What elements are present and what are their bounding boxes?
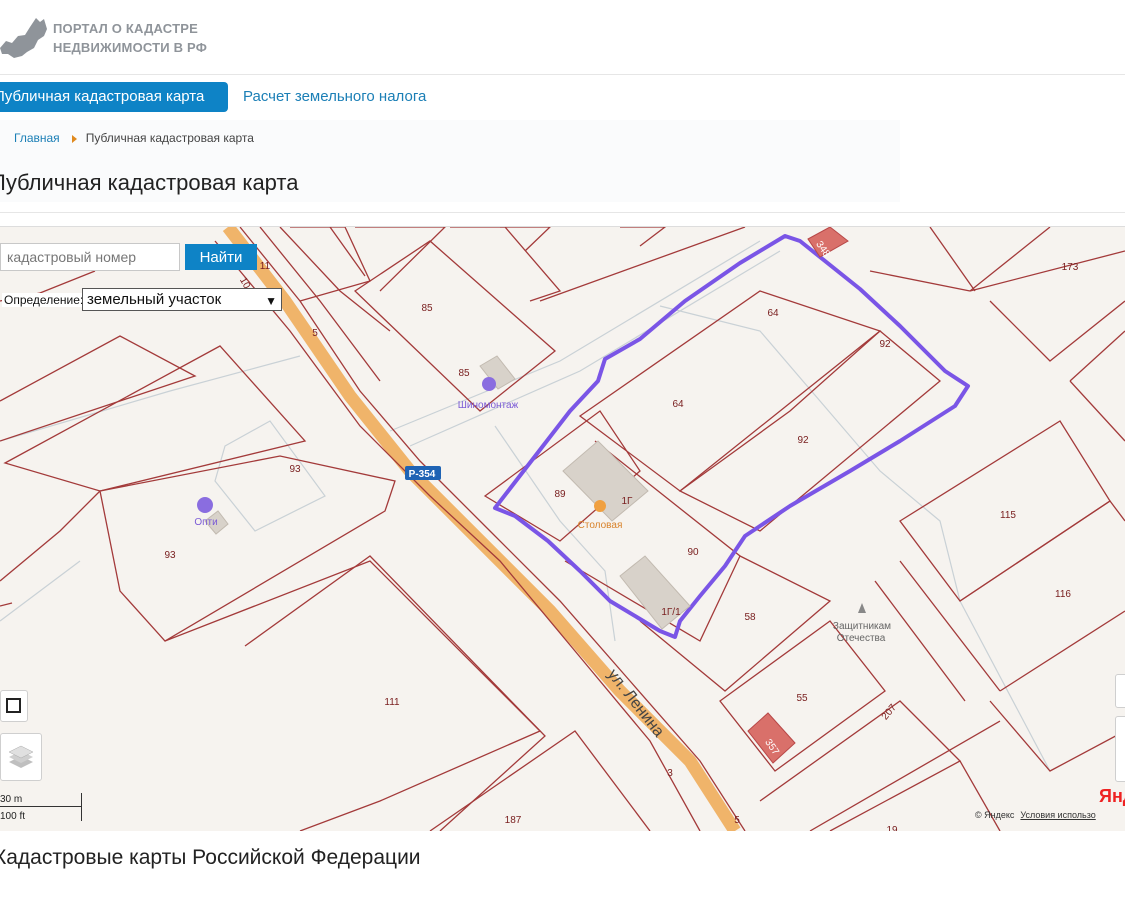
scale-bar — [0, 806, 82, 807]
cadastral-number-input[interactable] — [0, 243, 180, 271]
parcel-label: 90 — [687, 547, 699, 558]
parcel-label: 19 — [886, 825, 898, 831]
breadcrumb-current: Публичная кадастровая карта — [85, 131, 254, 145]
logo-text[interactable]: ПОРТАЛ О КАДАСТРЕ НЕДВИЖИМОСТИ В РФ — [53, 19, 313, 57]
parcel-label: 111 — [384, 697, 400, 708]
scale-metric: 30 m — [0, 794, 23, 805]
parcel-label: 11 — [260, 261, 271, 272]
parcel-label: 85 — [421, 303, 433, 314]
parcel-label: 187 — [505, 815, 522, 826]
poi-cafe[interactable]: Столовая — [578, 520, 623, 531]
poi-monument-line1[interactable]: Защитникам — [833, 621, 891, 632]
parcel-label: 1Г/1 — [661, 607, 681, 618]
scale-imperial: 100 ft — [0, 811, 26, 822]
parcel-label: 92 — [797, 435, 809, 446]
map-copyright: © Яндекс Условия использо — [975, 810, 1096, 820]
tab-land-tax-calc[interactable]: Расчет земельного налога — [243, 82, 426, 112]
breadcrumb: Главная Публичная кадастровая карта — [14, 131, 254, 145]
logo-line-2: НЕДВИЖИМОСТИ В РФ — [53, 40, 208, 55]
poi-tire-service[interactable]: Шиномонтаж — [458, 400, 519, 411]
parcel-label: 173 — [1062, 262, 1079, 273]
cafe-icon[interactable] — [594, 500, 606, 512]
section-title: Кадастровые карты Российской Федерации — [0, 846, 421, 869]
parcel-label: 1Г — [622, 496, 634, 507]
tire-service-icon[interactable] — [482, 377, 496, 391]
fullscreen-button[interactable] — [0, 690, 28, 722]
cadastral-map[interactable]: 64 64 92 92 85 85 93 93 89 1Г 90 1Г/1 58… — [0, 226, 1125, 831]
definition-select[interactable]: земельный участок ▼ — [82, 288, 282, 311]
definition-select-value: земельный участок — [87, 291, 222, 308]
layers-icon — [8, 745, 34, 768]
poi-fuel-station[interactable]: Опти — [194, 517, 217, 528]
parcel-label: 93 — [164, 550, 176, 561]
road-badge-label: Р-354 — [409, 469, 436, 480]
parcel-label: 207 — [880, 702, 899, 722]
find-button[interactable]: Найти — [185, 244, 257, 270]
layers-button[interactable] — [0, 733, 42, 781]
title-divider — [0, 212, 1125, 213]
parcel-label: 92 — [879, 339, 891, 350]
page-title: Публичная кадастровая карта — [0, 170, 299, 195]
parcel-label: 64 — [672, 399, 684, 410]
site-header: ПОРТАЛ О КАДАСТРЕ НЕДВИЖИМОСТИ В РФ — [0, 0, 1125, 74]
parcel-label: 93 — [289, 464, 301, 475]
poi-monument-line2[interactable]: Отечества — [837, 633, 886, 644]
parcel-label: 89 — [554, 489, 566, 500]
parcel-label: 116 — [1055, 589, 1071, 600]
breadcrumb-home-link[interactable]: Главная — [14, 131, 60, 145]
fullscreen-icon — [6, 698, 21, 713]
parcel-label: 85 — [458, 368, 470, 379]
parcel-label: 64 — [767, 308, 779, 319]
parcel-label: 115 — [1000, 510, 1016, 521]
copyright-text: © Яндекс — [975, 810, 1015, 820]
fuel-station-icon[interactable] — [197, 497, 213, 513]
ruler-control[interactable] — [1115, 716, 1125, 782]
definition-label: Определение: — [2, 293, 86, 307]
russia-map-icon[interactable] — [0, 14, 50, 60]
map-canvas[interactable]: 64 64 92 92 85 85 93 93 89 1Г 90 1Г/1 58… — [0, 227, 1125, 831]
monument-icon[interactable] — [858, 603, 866, 613]
scale-bar-tick — [81, 793, 82, 821]
terms-link[interactable]: Условия использо — [1020, 810, 1095, 820]
parcel-label: 3 — [667, 768, 673, 779]
parcel-label: 5 — [312, 328, 318, 339]
logo-line-1: ПОРТАЛ О КАДАСТРЕ — [53, 21, 198, 36]
street-label: ул. Ленина — [604, 666, 667, 740]
parcel-label: 55 — [796, 693, 808, 704]
chevron-down-icon: ▼ — [265, 294, 277, 308]
yandex-logo[interactable]: Янд — [1099, 786, 1125, 807]
header-divider — [0, 74, 1125, 75]
breadcrumb-arrow-icon — [71, 134, 77, 143]
yandex-logo-text: Янд — [1099, 786, 1125, 806]
parcel-label: 5 — [734, 815, 740, 826]
zoom-control[interactable] — [1115, 674, 1125, 708]
tab-public-cadastral-map[interactable]: Публичная кадастровая карта — [0, 82, 228, 112]
parcel-label: 58 — [744, 612, 756, 623]
